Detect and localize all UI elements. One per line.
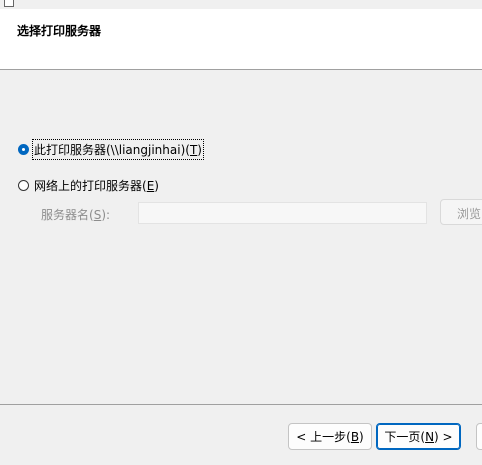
this-server-label[interactable]: 此打印服务器(\\liangjinhai)(T) (32, 139, 204, 160)
footer-divider (0, 404, 482, 405)
next-button-suffix: ) > (434, 429, 453, 444)
window-icon (4, 0, 14, 7)
server-name-label: 服务器名(S): (41, 206, 110, 223)
back-button-text: < 上一步( (296, 430, 351, 444)
back-button[interactable]: < 上一步(B) (288, 423, 372, 450)
this-server-label-text: 此打印服务器(\\liangjinhai)( (34, 143, 190, 157)
server-name-label-text: 服务器名( (41, 208, 94, 222)
wizard-header: 选择打印服务器 (0, 0, 482, 70)
radio-button-checked[interactable] (18, 144, 29, 155)
next-button-text: 下一页( (384, 430, 426, 444)
radio-network-server[interactable]: 网络上的打印服务器(E) (18, 176, 160, 195)
page-title: 选择打印服务器 (17, 24, 102, 38)
network-server-label-suffix: ) (154, 179, 159, 193)
network-server-label[interactable]: 网络上的打印服务器(E) (33, 176, 160, 195)
cancel-button-partial[interactable] (476, 423, 482, 450)
radio-button[interactable] (18, 180, 29, 191)
back-button-accel: B (350, 429, 360, 444)
next-button[interactable]: 下一页(N) > (376, 423, 461, 450)
back-button-suffix: ) (359, 429, 364, 444)
network-server-label-text: 网络上的打印服务器( (34, 179, 147, 193)
next-button-accel: N (425, 429, 435, 444)
title-bar-remnant (0, 0, 482, 9)
this-server-label-suffix: ) (197, 143, 202, 157)
server-name-label-suffix: ): (101, 208, 111, 222)
radio-this-server[interactable]: 此打印服务器(\\liangjinhai)(T) (18, 139, 204, 160)
server-name-input[interactable] (138, 202, 427, 224)
browse-button[interactable]: 浏览 (440, 199, 482, 225)
